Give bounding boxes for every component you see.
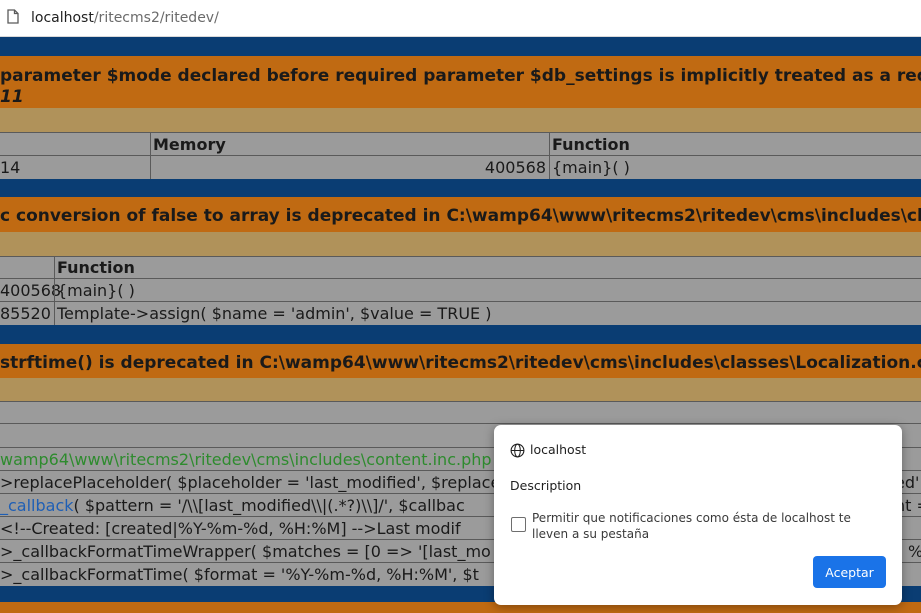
error-line-1: 11 (0, 87, 24, 107)
callback-link[interactable]: _callback (0, 496, 74, 515)
table-header-row: Function (0, 256, 921, 279)
error-message-1: parameter $mode declared before required… (0, 66, 921, 86)
table-header-row (0, 401, 921, 424)
cell-memory: 85520 (0, 304, 51, 323)
cell-time: 14 (0, 158, 21, 177)
cell-memory: 400568 (0, 281, 62, 300)
error-message-3: strftime() is deprecated in C:\wamp64\ww… (0, 353, 921, 373)
table-row: 14 400568 {main}( ) (0, 155, 921, 180)
call-stack-title-2 (0, 232, 921, 256)
table-row: 400568 {main}( ) (0, 278, 921, 302)
accept-button[interactable]: Aceptar (813, 556, 886, 588)
popup-host: localhost (530, 442, 587, 457)
call-stack-title-1 (0, 108, 921, 132)
file-path: wamp64\www\ritecms2\ritedev\cms\includes… (0, 450, 492, 469)
call-text: ( $pattern = '/\\[last_modified\\|(.*?)\… (73, 496, 465, 515)
url-host: localhost (31, 10, 94, 26)
error-header-2: c conversion of false to array is deprec… (0, 197, 921, 232)
error-message-2: c conversion of false to array is deprec… (0, 206, 921, 226)
header-cell-function: Function (549, 133, 921, 156)
browser-page: localhost/ritecms2/ritedev/ parameter $m… (0, 0, 921, 613)
call-text: >_callbackFormatTime( $format = '%Y-%m-%… (0, 565, 479, 584)
error-separator (0, 179, 921, 197)
error-header-3: strftime() is deprecated in C:\wamp64\ww… (0, 344, 921, 378)
address-bar[interactable]: localhost/ritecms2/ritedev/ (0, 0, 921, 37)
popup-description: Description (510, 478, 582, 493)
checkbox-label[interactable]: Permitir que notificaciones como ésta de… (532, 510, 887, 542)
call-stack-title-3 (0, 378, 921, 401)
page-icon (7, 9, 19, 24)
table-header-row: Memory Function (0, 132, 921, 156)
call-text: >_callbackFormatTimeWrapper( $matches = … (0, 542, 491, 561)
error-separator (0, 37, 921, 56)
url-text[interactable]: localhost/ritecms2/ritedev/ (31, 9, 219, 27)
cell-function: Template->assign( $name = 'admin', $valu… (54, 302, 921, 325)
table-row: 85520 Template->assign( $name = 'admin',… (0, 301, 921, 326)
cell-function: {main}( ) (54, 279, 921, 302)
header-cell-function: Function (54, 257, 921, 279)
call-text: <!--Created: [created|%Y-%m-%d, %H:%M] -… (0, 519, 461, 538)
call-text-right: % (908, 541, 921, 562)
notification-popup: localhost Description Permitir que notif… (494, 425, 902, 605)
header-cell-memory: Memory (150, 133, 549, 156)
error-header-1: parameter $mode declared before required… (0, 56, 921, 108)
allow-notification-checkbox[interactable] (511, 517, 526, 532)
call-text: >replacePlaceholder( $placeholder = 'las… (0, 473, 501, 492)
globe-icon (510, 443, 525, 458)
cell-memory: 400568 (150, 156, 549, 179)
url-path: /ritecms2/ritedev/ (93, 10, 219, 26)
cell-function: {main}( ) (549, 156, 921, 179)
error-separator (0, 325, 921, 344)
